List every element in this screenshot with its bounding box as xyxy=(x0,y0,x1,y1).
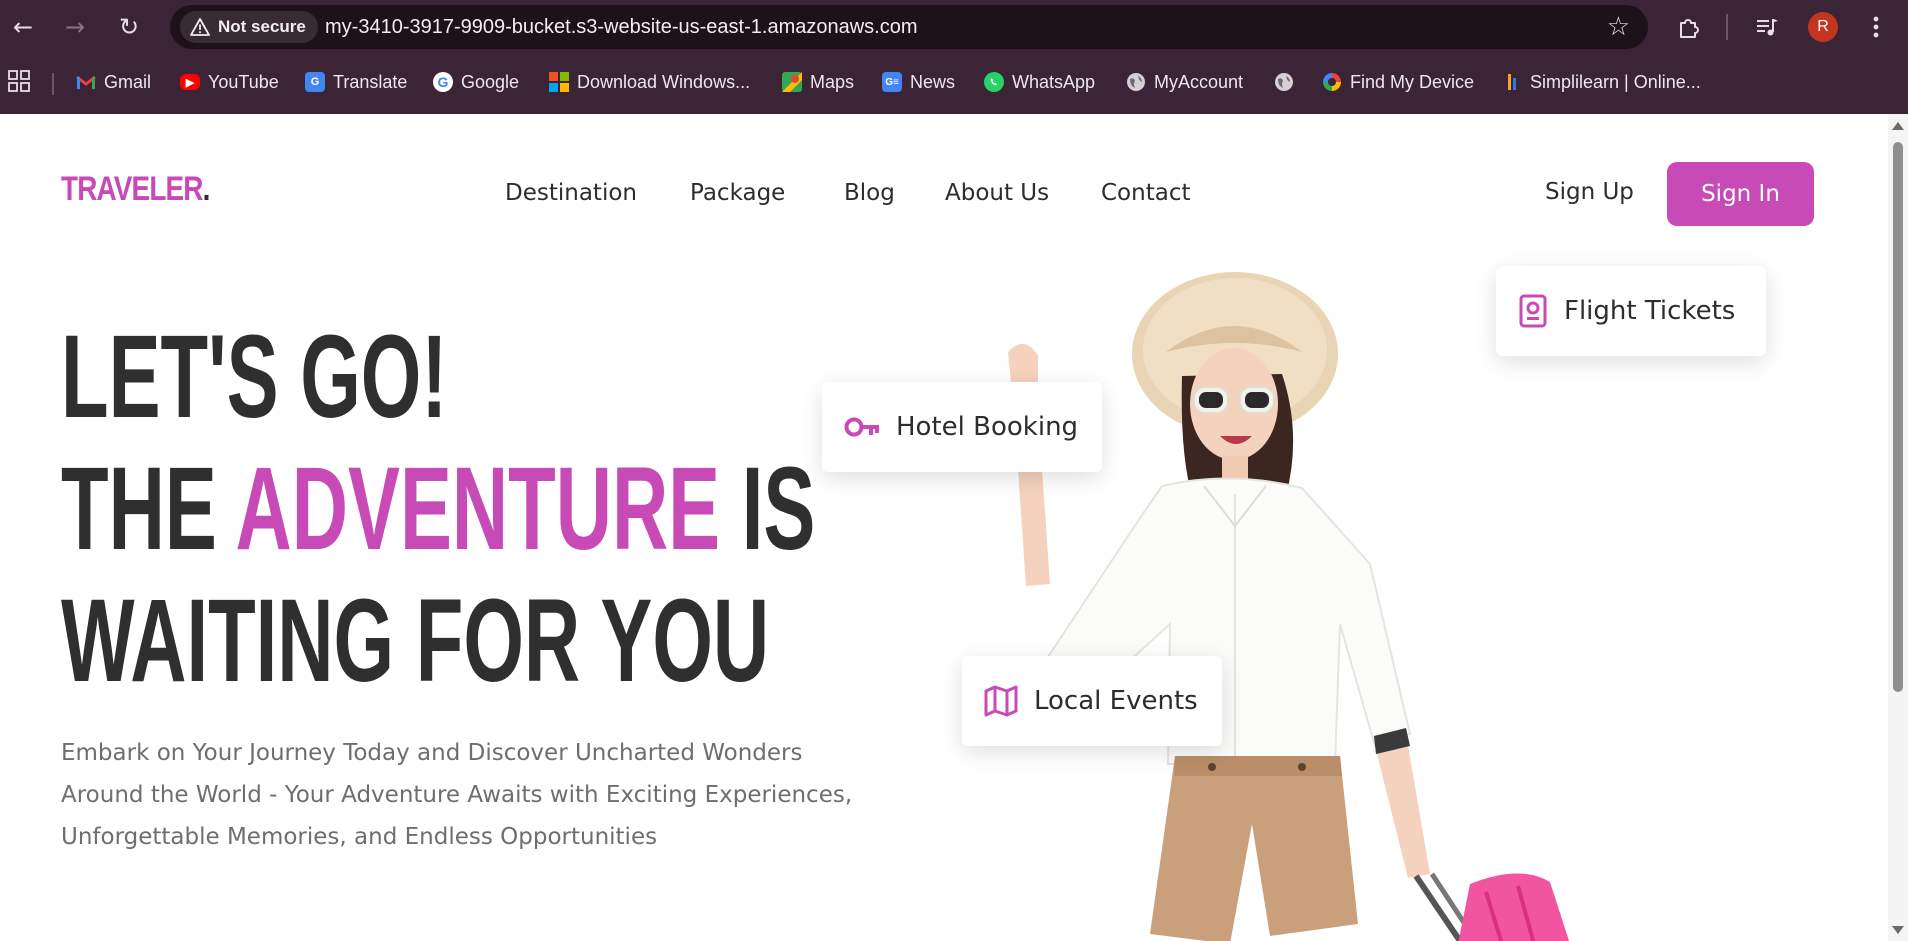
map-icon xyxy=(984,685,1018,717)
hero-heading-line-1: LET'S GO! xyxy=(61,311,448,443)
back-icon[interactable]: ← xyxy=(6,10,40,44)
bookmark-google[interactable]: G Google xyxy=(433,70,519,94)
bookmark-globe[interactable] xyxy=(1274,70,1302,94)
nav-package[interactable]: Package xyxy=(690,180,785,206)
extensions-icon[interactable] xyxy=(1672,10,1706,44)
sign-up-link[interactable]: Sign Up xyxy=(1545,179,1634,205)
bookmarks-bar: Gmail ▶ YouTube G Translate G Google Dow… xyxy=(0,60,1908,104)
local-events-label: Local Events xyxy=(1034,686,1198,716)
globe-icon xyxy=(1126,72,1146,92)
local-events-card[interactable]: Local Events xyxy=(962,656,1222,746)
nav-contact[interactable]: Contact xyxy=(1101,180,1190,206)
hotel-booking-label: Hotel Booking xyxy=(896,412,1079,442)
page-viewport: TRAVELER. Destination Package Blog About… xyxy=(0,114,1888,941)
bookmark-news[interactable]: G≡ News xyxy=(882,70,955,94)
scroll-down-arrow-icon[interactable] xyxy=(1892,926,1904,934)
maps-icon xyxy=(782,72,802,92)
flight-tickets-label: Flight Tickets xyxy=(1564,296,1736,326)
google-icon: G xyxy=(433,72,453,92)
reload-icon[interactable]: ↻ xyxy=(112,10,146,44)
flight-tickets-card[interactable]: Flight Tickets xyxy=(1496,266,1766,356)
url-text[interactable]: my-3410-3917-9909-bucket.s3-website-us-e… xyxy=(325,16,918,39)
address-bar[interactable]: Not secure my-3410-3917-9909-bucket.s3-w… xyxy=(170,5,1648,49)
toolbar-divider xyxy=(1726,14,1728,40)
bookmark-star-icon[interactable]: ☆ xyxy=(1607,13,1630,41)
sign-in-button[interactable]: Sign In xyxy=(1667,162,1814,226)
bookmark-translate[interactable]: G Translate xyxy=(305,70,407,94)
simplilearn-icon xyxy=(1502,72,1522,92)
gmail-icon xyxy=(76,72,96,92)
warning-icon xyxy=(190,18,210,36)
hero-heading-line-3: WAITING FOR YOU xyxy=(61,575,770,707)
menu-icon[interactable] xyxy=(1864,10,1888,44)
bookmarks-divider xyxy=(52,73,54,95)
find-my-device-icon xyxy=(1322,72,1342,92)
passport-icon xyxy=(1519,294,1547,328)
youtube-icon: ▶ xyxy=(180,74,200,90)
bookmark-whatsapp[interactable]: WhatsApp xyxy=(984,70,1095,94)
nav-blog[interactable]: Blog xyxy=(844,180,895,206)
windows-icon xyxy=(549,72,569,92)
news-icon: G≡ xyxy=(882,72,902,92)
bookmark-maps[interactable]: Maps xyxy=(782,70,854,94)
bookmark-youtube[interactable]: ▶ YouTube xyxy=(180,70,279,94)
bookmark-simplilearn[interactable]: Simplilearn | Online... xyxy=(1502,70,1701,94)
media-queue-icon[interactable] xyxy=(1750,10,1784,44)
key-icon xyxy=(844,417,879,437)
forward-icon[interactable]: → xyxy=(58,10,92,44)
hero-heading-line-2: THE ADVENTURE IS xyxy=(61,443,816,575)
apps-grid-icon[interactable] xyxy=(8,70,30,96)
page-scrollbar[interactable] xyxy=(1888,114,1908,941)
scrollbar-thumb[interactable] xyxy=(1893,142,1903,692)
site-logo[interactable]: TRAVELER. xyxy=(61,170,210,209)
hotel-booking-card[interactable]: Hotel Booking xyxy=(822,382,1102,472)
hero-description: Embark on Your Journey Today and Discove… xyxy=(61,740,853,850)
translate-icon: G xyxy=(305,72,325,92)
profile-avatar[interactable]: R xyxy=(1808,12,1838,42)
hero-accent-word: ADVENTURE xyxy=(235,443,721,575)
nav-about-us[interactable]: About Us xyxy=(945,180,1049,206)
bookmark-download-windows[interactable]: Download Windows... xyxy=(549,70,750,94)
whatsapp-icon xyxy=(984,72,1004,92)
scroll-up-arrow-icon[interactable] xyxy=(1892,122,1904,130)
nav-destination[interactable]: Destination xyxy=(505,180,637,206)
bookmark-gmail[interactable]: Gmail xyxy=(76,70,151,94)
traveler-woman-image xyxy=(1008,272,1570,941)
globe-icon xyxy=(1274,72,1294,92)
security-label: Not secure xyxy=(218,17,306,36)
security-chip[interactable]: Not secure xyxy=(180,11,318,43)
browser-chrome: ← → ↻ Not secure my-3410-3917-9909-bucke… xyxy=(0,0,1908,114)
bookmark-myaccount[interactable]: MyAccount xyxy=(1126,70,1243,94)
bookmark-find-my-device[interactable]: Find My Device xyxy=(1322,70,1474,94)
